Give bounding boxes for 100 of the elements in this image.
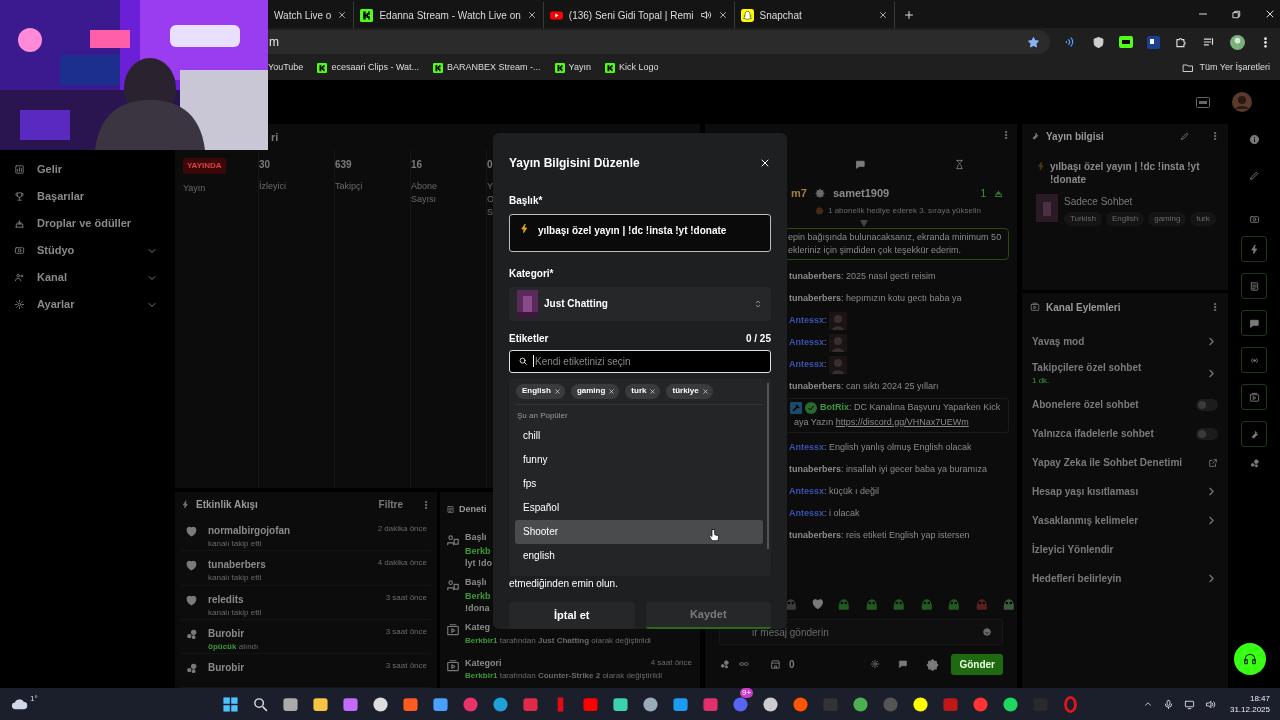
settings-icon[interactable] xyxy=(870,659,881,669)
app-icon[interactable] xyxy=(372,695,389,713)
app-icon[interactable] xyxy=(612,695,629,713)
bookmark[interactable]: Kick Logo xyxy=(604,61,659,75)
toggle-switch[interactable] xyxy=(1196,398,1218,411)
remove-icon[interactable] xyxy=(701,387,709,395)
new-tab-icon[interactable] xyxy=(902,9,915,21)
playlist-icon[interactable] xyxy=(1202,35,1216,49)
search-icon[interactable] xyxy=(252,695,269,713)
nav-item[interactable]: Stüdyo xyxy=(0,237,170,264)
filter-button[interactable]: Filtre xyxy=(378,497,403,513)
action-item[interactable]: İzleyici Yönlendir xyxy=(1030,535,1220,564)
badge-icon[interactable] xyxy=(926,657,940,671)
close-icon[interactable] xyxy=(717,10,728,20)
speaker-icon[interactable] xyxy=(1204,698,1216,710)
restore-icon[interactable] xyxy=(1231,8,1242,20)
nav-item[interactable]: Droplar ve ödüller xyxy=(0,210,170,237)
bookmark[interactable]: Yayın xyxy=(554,61,591,75)
action-item[interactable]: Yasaklanmış kelimeler xyxy=(1030,506,1220,535)
rail-button[interactable] xyxy=(1241,310,1267,336)
username: tunaberbers xyxy=(789,529,841,540)
emote-icon[interactable] xyxy=(836,596,852,612)
tag-search-field[interactable]: Kendi etiketinizi seçin xyxy=(509,349,771,373)
category-select[interactable]: Just Chatting xyxy=(509,286,771,321)
display-icon[interactable] xyxy=(1196,96,1210,108)
dots-icon[interactable] xyxy=(1248,458,1260,469)
rail-button[interactable] xyxy=(1241,273,1267,299)
cancel-button[interactable]: İptal et xyxy=(509,602,635,629)
action-item[interactable]: Hedefleri belirleyin xyxy=(1030,564,1220,593)
action-item[interactable]: Yavaş mod xyxy=(1030,327,1220,356)
tag-chip[interactable]: English xyxy=(516,383,565,399)
extension-icon[interactable] xyxy=(1147,35,1160,49)
close-icon[interactable] xyxy=(526,10,537,20)
link[interactable]: https://discord.gg/VHNax7UEWm xyxy=(835,416,969,427)
address-bar[interactable]: m xyxy=(268,30,1050,54)
action-item[interactable]: Yalnızca ifadelerle sohbet xyxy=(1030,419,1220,448)
action-item[interactable]: Hesap yaşı kısıtlaması xyxy=(1030,477,1220,506)
dots-icon xyxy=(185,661,198,675)
nav-item[interactable]: Başarılar xyxy=(0,183,170,210)
puzzle-icon[interactable] xyxy=(1174,35,1188,49)
tag-option[interactable]: Shooter xyxy=(515,519,763,544)
emote-icon[interactable] xyxy=(946,596,962,612)
chat-icon[interactable] xyxy=(898,659,909,669)
nav-item[interactable]: Kanal xyxy=(0,264,170,291)
title-field[interactable]: yılbaşı özel yayın | !dc !insta !yt !donate xyxy=(509,213,771,252)
remove-icon[interactable] xyxy=(649,387,657,395)
tag-option[interactable]: Español xyxy=(515,495,763,520)
windows-icon[interactable] xyxy=(222,695,239,713)
tag-option[interactable]: chill xyxy=(515,423,763,448)
avatar-icon[interactable] xyxy=(1230,34,1245,50)
extension-icon[interactable] xyxy=(1119,36,1133,48)
close-icon[interactable] xyxy=(1264,8,1276,20)
external-link-icon[interactable] xyxy=(1208,457,1218,468)
nav-item[interactable]: Gelir xyxy=(0,156,170,183)
action-item[interactable]: Takipçilere özel sohbet 1 dk. xyxy=(1030,356,1220,390)
tag-chip[interactable]: türkiye xyxy=(666,383,713,399)
tag-option[interactable]: funny xyxy=(515,447,763,472)
rail-button[interactable] xyxy=(1241,236,1267,262)
bookmark[interactable]: ecesaari Clips - Wat... xyxy=(317,61,420,75)
edit-icon[interactable] xyxy=(1248,170,1260,181)
emote-icon[interactable] xyxy=(1001,596,1017,612)
remove-icon[interactable] xyxy=(553,387,561,395)
tag-chip[interactable]: gaming xyxy=(570,383,620,399)
toggle-switch[interactable] xyxy=(1196,427,1218,440)
action-item[interactable]: Abonelere özel sohbet xyxy=(1030,390,1220,419)
chat-icon[interactable] xyxy=(855,158,866,170)
display-icon[interactable] xyxy=(1183,698,1195,710)
speaker-icon[interactable] xyxy=(699,9,712,21)
bookmark[interactable]: Tüm Yer İşaretleri xyxy=(1182,61,1270,75)
live-badge: YAYINDA xyxy=(183,158,226,174)
hourglass-icon[interactable] xyxy=(954,158,965,170)
tag-option[interactable]: fps xyxy=(515,471,763,496)
remove-icon[interactable] xyxy=(608,387,616,395)
tag-option[interactable]: english xyxy=(515,543,763,568)
emoji-icon[interactable] xyxy=(982,627,992,637)
send-button[interactable]: Gönder xyxy=(951,653,1003,675)
nav-icon xyxy=(14,299,25,310)
bookmark[interactable]: BARANBEX Stream -... xyxy=(433,61,541,75)
mic-icon[interactable] xyxy=(1162,698,1174,710)
emote-icon[interactable] xyxy=(891,596,907,612)
chevron-icon[interactable] xyxy=(1142,699,1153,709)
rail-button[interactable] xyxy=(1241,421,1267,447)
app-icon[interactable] xyxy=(342,695,359,713)
star-icon[interactable] xyxy=(1027,35,1040,49)
clock[interactable]: 18:47 31.12.2025 xyxy=(1229,693,1270,715)
rail-button[interactable] xyxy=(1241,384,1267,410)
nav-item[interactable]: Ayarlar xyxy=(0,291,170,318)
task-view-icon[interactable] xyxy=(282,695,299,713)
tag-chip[interactable]: turk xyxy=(625,383,661,399)
panel-title: Yayın bilgisi xyxy=(1046,129,1105,144)
action-item[interactable]: Yapay Zeka ile Sohbet Denetimi xyxy=(1030,448,1220,477)
bookmark[interactable]: YouTube xyxy=(268,61,304,75)
close-icon[interactable] xyxy=(337,10,348,20)
edit-icon[interactable] xyxy=(1180,131,1190,141)
info-icon[interactable] xyxy=(1248,134,1260,145)
heart-icon[interactable] xyxy=(810,597,825,611)
close-icon[interactable] xyxy=(877,10,888,20)
badge-icon xyxy=(815,206,824,215)
capture-icon[interactable] xyxy=(1248,214,1260,225)
ring-icon[interactable] xyxy=(1062,695,1079,713)
